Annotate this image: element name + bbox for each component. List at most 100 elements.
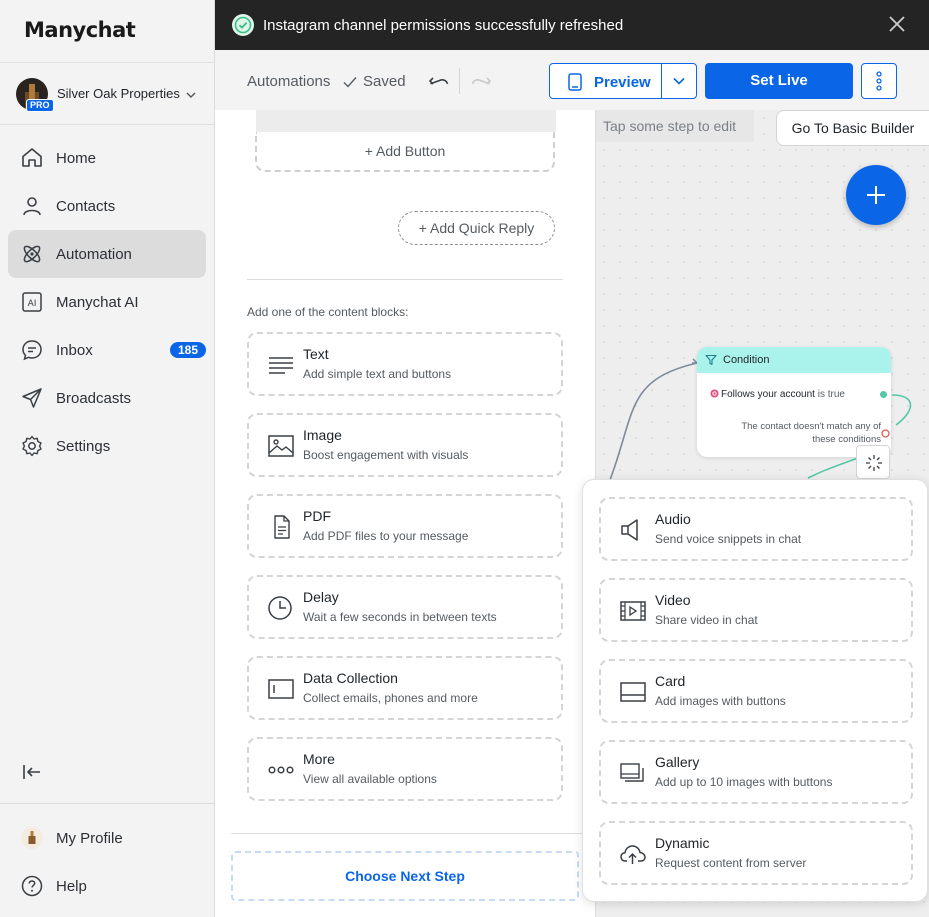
block-description: Send voice snippets in chat <box>655 532 802 546</box>
sidebar-item-manychat-ai[interactable]: AI Manychat AI <box>8 278 206 326</box>
content-block-delay[interactable]: Delay Wait a few seconds in between text… <box>247 575 563 639</box>
sidebar-item-label: My Profile <box>56 830 123 847</box>
message-preview-bottom <box>256 110 556 132</box>
content-block-data-collection[interactable]: Data Collection Collect emails, phones a… <box>247 656 563 720</box>
close-icon[interactable] <box>887 14 907 34</box>
toast-message: Instagram channel permissions successful… <box>263 17 624 34</box>
content-block-pdf[interactable]: PDF Add PDF files to your message <box>247 494 563 558</box>
image-icon <box>268 435 294 457</box>
condition-fallback: The contact doesn't match any of these c… <box>741 421 881 445</box>
plus-icon <box>867 186 885 204</box>
undo-icon[interactable] <box>426 69 450 93</box>
add-button[interactable]: + Add Button <box>255 132 555 172</box>
set-live-button[interactable]: Set Live <box>705 63 853 99</box>
add-step-button[interactable] <box>846 165 906 225</box>
block-title: Gallery <box>655 754 700 770</box>
add-quick-reply-button[interactable]: + Add Quick Reply <box>398 211 555 245</box>
sidebar-nav: Home Contacts Automation AI Manychat AI … <box>0 134 214 470</box>
sidebar-item-label: Help <box>56 878 87 895</box>
instagram-icon <box>710 389 719 398</box>
sidebar-item-label: Manychat AI <box>56 294 139 311</box>
sidebar-item-my-profile[interactable]: My Profile <box>8 814 206 862</box>
check-circle-icon <box>232 14 254 36</box>
sidebar-item-settings[interactable]: Settings <box>8 422 206 470</box>
cloud-upload-icon <box>620 845 646 864</box>
send-icon <box>22 388 42 408</box>
go-to-basic-builder-button[interactable]: Go To Basic Builder <box>776 110 929 146</box>
more-options-button[interactable] <box>861 63 897 99</box>
block-description: Boost engagement with visuals <box>303 448 469 462</box>
content-block-gallery[interactable]: Gallery Add up to 10 images with buttons <box>599 740 913 804</box>
block-title: Image <box>303 427 342 443</box>
content-block-image[interactable]: Image Boost engagement with visuals <box>247 413 563 477</box>
block-title: Audio <box>655 511 691 527</box>
success-toast: Instagram channel permissions successful… <box>215 0 929 50</box>
sidebar-item-broadcasts[interactable]: Broadcasts <box>8 374 206 422</box>
preview-label: Preview <box>594 74 651 91</box>
block-description: Wait a few seconds in between texts <box>303 610 497 624</box>
pro-badge: PRO <box>26 99 54 112</box>
sidebar-item-label: Contacts <box>56 198 116 215</box>
preview-dropdown-button[interactable] <box>661 63 697 99</box>
divider <box>247 279 563 280</box>
vertical-dots-icon <box>876 71 882 91</box>
collapse-sidebar-icon[interactable] <box>20 760 44 784</box>
redo-icon[interactable] <box>470 69 494 93</box>
account-name: Silver Oak Properties <box>57 86 180 101</box>
condition-rule-suffix: is true <box>814 389 845 400</box>
sidebar-item-label: Inbox <box>56 342 93 359</box>
true-output-port[interactable] <box>879 390 888 399</box>
sidebar-item-home[interactable]: Home <box>8 134 206 182</box>
file-icon <box>274 515 290 539</box>
choose-next-step-button[interactable]: Choose Next Step <box>231 851 579 901</box>
block-description: Request content from server <box>655 856 807 870</box>
sidebar-item-inbox[interactable]: Inbox 185 <box>8 326 206 374</box>
filter-icon <box>705 354 717 366</box>
step-editor-panel: + Add Button + Add Quick Reply Add one o… <box>231 110 595 917</box>
content-block-more[interactable]: More View all available options <box>247 737 563 801</box>
sidebar-item-label: Automation <box>56 246 132 263</box>
saved-status: Saved <box>363 73 406 90</box>
chevron-down-icon <box>673 77 685 85</box>
block-description: Add PDF files to your message <box>303 529 469 543</box>
manychat-logo[interactable]: Manychat <box>24 18 136 42</box>
sidebar-item-contacts[interactable]: Contacts <box>8 182 206 230</box>
gallery-icon <box>620 763 644 782</box>
preview-button[interactable]: Preview <box>549 63 662 99</box>
condition-rule-subject: Follows your account <box>721 389 815 400</box>
phone-icon <box>568 73 582 91</box>
speaker-icon <box>621 519 638 541</box>
false-output-port[interactable] <box>881 429 890 438</box>
video-icon <box>620 601 646 621</box>
sidebar-item-label: Home <box>56 150 97 167</box>
account-switcher[interactable]: PRO Silver Oak Properties <box>0 62 214 125</box>
toolbar-divider <box>459 68 460 94</box>
block-title: Data Collection <box>303 670 398 686</box>
profile-avatar <box>21 827 43 849</box>
card-icon <box>620 682 646 702</box>
sidebar-item-help[interactable]: Help <box>8 862 206 910</box>
content-block-audio[interactable]: Audio Send voice snippets in chat <box>599 497 913 561</box>
help-icon <box>21 875 43 897</box>
content-block-card[interactable]: Card Add images with buttons <box>599 659 913 723</box>
chevron-down-icon <box>186 92 196 98</box>
sidebar-item-label: Broadcasts <box>56 390 132 407</box>
canvas-hint: Tap some step to edit <box>596 110 754 142</box>
magic-wand-button[interactable] <box>856 445 890 479</box>
flow-toolbar: Automations Saved Preview Set Live <box>215 50 929 110</box>
breadcrumb-automations[interactable]: Automations <box>247 73 330 90</box>
dots-icon <box>268 766 294 774</box>
block-description: Collect emails, phones and more <box>303 691 478 705</box>
inbox-count-badge: 185 <box>169 342 206 358</box>
sidebar-item-automation[interactable]: Automation <box>8 230 206 278</box>
content-block-dynamic[interactable]: Dynamic Request content from server <box>599 821 913 885</box>
block-title: PDF <box>303 508 331 524</box>
content-block-video[interactable]: Video Share video in chat <box>599 578 913 642</box>
atom-icon <box>23 245 41 263</box>
condition-node[interactable]: Condition Follows your account is true T… <box>697 347 891 457</box>
user-icon <box>23 197 41 216</box>
ai-icon: AI <box>22 292 42 312</box>
content-block-text[interactable]: Text Add simple text and buttons <box>247 332 563 396</box>
sidebar: Manychat PRO Silver Oak Properties Home … <box>0 0 215 917</box>
chat-bubble-icon <box>22 340 42 361</box>
